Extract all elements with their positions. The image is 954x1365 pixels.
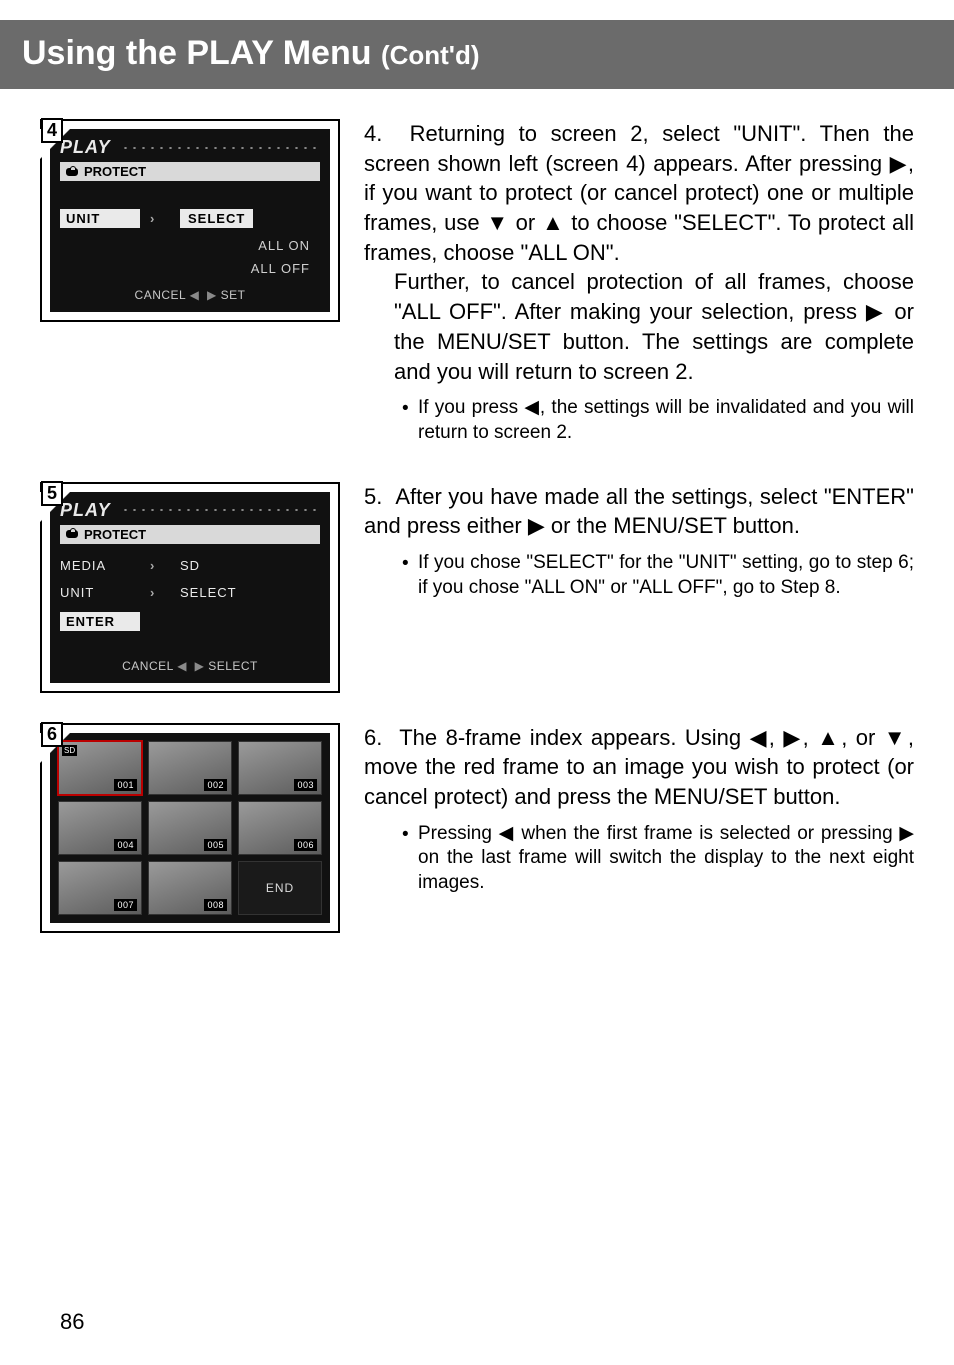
thumb-005: 005 <box>148 801 232 855</box>
screen-4-number: 4 <box>41 118 63 143</box>
triangle-left-icon: ◀ <box>177 659 187 673</box>
lock-icon <box>66 168 78 176</box>
screen-5-figure: 5 PLAY PROTECT MEDIA › SD <box>40 482 340 693</box>
step-6-number: 6. <box>364 725 382 750</box>
thumb-004: 004 <box>58 801 142 855</box>
triangle-left-icon: ◀ <box>190 288 200 302</box>
step-4-row: 4 PLAY PROTECT UNIT › <box>40 119 914 452</box>
screen-4-lcd: PLAY PROTECT UNIT › SELECT <box>50 129 330 312</box>
lcd-title: PLAY <box>60 137 111 158</box>
step-5-number: 5. <box>364 484 382 509</box>
protect-label: PROTECT <box>60 525 320 544</box>
header-subtitle: (Cont'd) <box>381 40 480 70</box>
thumb-007: 007 <box>58 861 142 915</box>
thumb-006: 006 <box>238 801 322 855</box>
menu-row-unit: UNIT › SELECT <box>60 579 320 606</box>
screen-6-number: 6 <box>41 722 63 747</box>
page-header: Using the PLAY Menu (Cont'd) <box>0 20 954 89</box>
thumb-001: SD001 <box>58 741 142 795</box>
menu-row-media: MEDIA › SD <box>60 552 320 579</box>
lcd-footer: CANCEL ◀ ▶ SELECT <box>50 651 330 683</box>
protect-label: PROTECT <box>60 162 320 181</box>
menu-row-enter: ENTER <box>60 606 320 637</box>
option-all-off: ALL OFF <box>60 257 320 280</box>
chevron-right-icon: › <box>150 211 180 226</box>
triangle-right-icon: ▶ <box>195 659 205 673</box>
step-4-bullet: • If you press ◀, the settings will be i… <box>402 396 914 445</box>
thumb-002: 002 <box>148 741 232 795</box>
chevron-right-icon: › <box>150 558 180 573</box>
chevron-right-icon: › <box>150 585 180 600</box>
thumb-grid: SD001 002 003 004 005 006 007 008 END <box>58 741 322 915</box>
lcd-footer: CANCEL ◀ ▶ SET <box>50 280 330 312</box>
step-6-bullet: • Pressing ◀ when the first frame is sel… <box>402 822 914 896</box>
step-4-text: 4. Returning to screen 2, select "UNIT".… <box>364 119 914 452</box>
screen-4-figure: 4 PLAY PROTECT UNIT › <box>40 119 340 322</box>
step-6-row: 6 SD001 002 003 004 005 006 007 008 END <box>40 723 914 933</box>
screen-6-figure: 6 SD001 002 003 004 005 006 007 008 END <box>40 723 340 933</box>
option-all-on: ALL ON <box>60 234 320 257</box>
thumb-end: END <box>238 861 322 915</box>
page-number: 86 <box>60 1309 84 1335</box>
thumb-003: 003 <box>238 741 322 795</box>
screen-5-lcd: PLAY PROTECT MEDIA › SD <box>50 492 330 683</box>
step-5-text: 5. After you have made all the settings,… <box>364 482 914 693</box>
step-6-text: 6. The 8-frame index appears. Using ◀, ▶… <box>364 723 914 933</box>
dots-icon <box>121 147 320 149</box>
triangle-right-icon: ▶ <box>207 288 217 302</box>
lock-icon <box>66 530 78 538</box>
step-5-bullet: • If you chose "SELECT" for the "UNIT" s… <box>402 551 914 600</box>
header-title: Using the PLAY Menu <box>22 34 381 72</box>
step-5-row: 5 PLAY PROTECT MEDIA › SD <box>40 482 914 693</box>
lcd-title: PLAY <box>60 500 111 521</box>
thumb-008: 008 <box>148 861 232 915</box>
screen-5-number: 5 <box>41 481 63 506</box>
screen-6-lcd: SD001 002 003 004 005 006 007 008 END <box>50 733 330 923</box>
menu-row-unit: UNIT › SELECT <box>60 203 320 234</box>
dots-icon <box>121 509 320 511</box>
step-4-number: 4. <box>364 121 382 146</box>
